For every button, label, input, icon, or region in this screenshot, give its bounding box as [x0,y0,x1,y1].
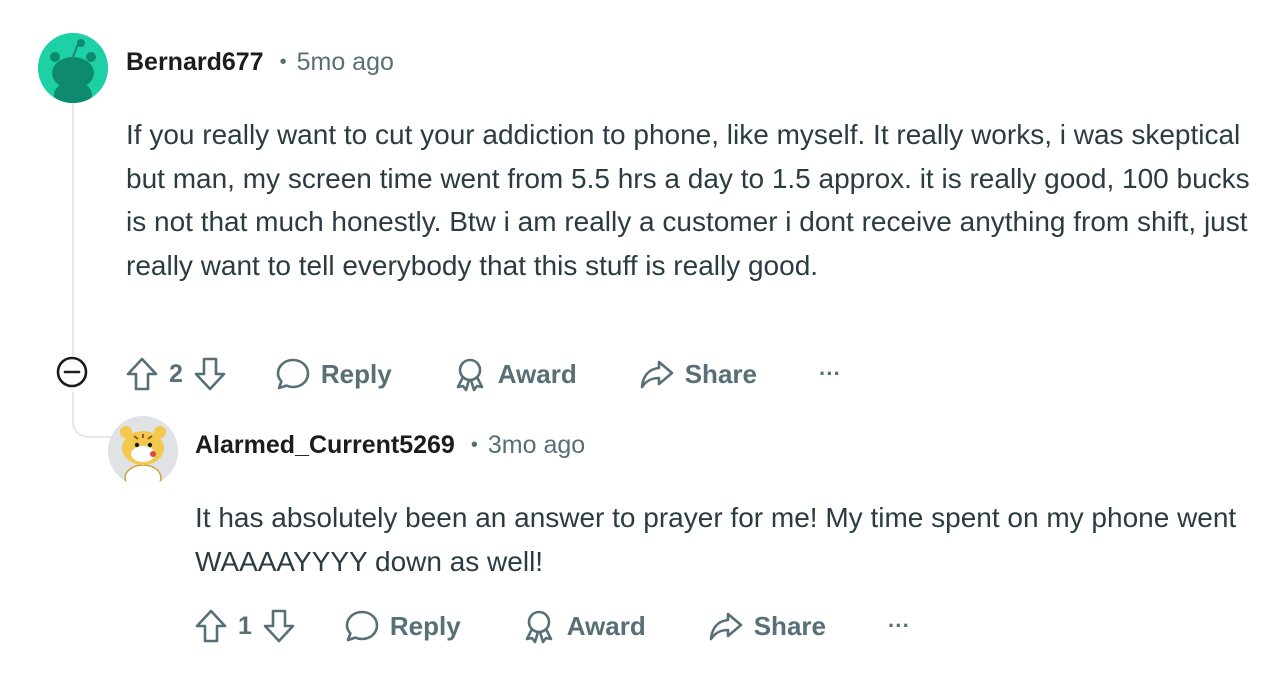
more-options-label: ··· [887,613,910,638]
minus-circle-icon [56,356,88,388]
snoo-avatar-icon [38,33,108,103]
arrow-up-icon [126,357,158,391]
downvote-button[interactable] [193,356,227,392]
speech-bubble-icon [345,610,379,642]
meta-separator: • [470,433,478,456]
timestamp[interactable]: 3mo ago [488,431,585,460]
reply-label: Reply [389,610,461,641]
timestamp[interactable]: 5mo ago [297,48,394,77]
comment-meta: Alarmed_Current5269 • 3mo ago [195,429,585,461]
reply-button[interactable]: Reply [275,356,392,392]
reply-button[interactable]: Reply [344,608,461,644]
vote-count: 2 [169,359,183,388]
avatar[interactable] [108,416,178,486]
vote-count: 1 [238,611,252,640]
arrow-down-icon [263,609,295,643]
username[interactable]: Alarmed_Current5269 [195,431,455,460]
reply-thread-connector [72,392,112,438]
collapse-thread-button[interactable] [55,355,89,389]
arrow-up-icon [195,609,227,643]
snoo-tiger-avatar-icon [108,416,178,486]
downvote-button[interactable] [262,608,296,644]
reply-label: Reply [320,358,392,389]
more-options-label: ··· [818,361,841,386]
share-button[interactable]: Share [708,608,826,644]
comment-body: If you really want to cut your addiction… [126,119,1250,281]
username[interactable]: Bernard677 [126,48,264,77]
arrow-down-icon [194,357,226,391]
award-button[interactable]: Award [452,356,577,392]
comment-actions: 1 Reply Award Share ··· [194,606,910,646]
avatar[interactable] [38,33,108,103]
comment-actions: 2 Reply Award Share ··· [125,354,841,394]
comment-meta: Bernard677 • 5mo ago [126,46,394,78]
upvote-button[interactable] [125,356,159,392]
share-label: Share [753,610,826,641]
share-button[interactable]: Share [639,356,757,392]
more-options-button[interactable]: ··· [819,361,841,387]
share-arrow-icon [640,360,674,389]
speech-bubble-icon [276,358,310,390]
comment-body: It has absolutely been an answer to pray… [195,502,1237,577]
share-label: Share [684,358,757,389]
award-button[interactable]: Award [521,608,646,644]
upvote-button[interactable] [194,608,228,644]
award-ribbon-icon [525,610,553,644]
award-label: Award [497,358,577,389]
meta-separator: • [279,50,287,73]
share-arrow-icon [709,612,743,641]
award-label: Award [566,610,646,641]
more-options-button[interactable]: ··· [888,613,910,639]
award-ribbon-icon [456,358,484,392]
thread-line [72,100,74,356]
